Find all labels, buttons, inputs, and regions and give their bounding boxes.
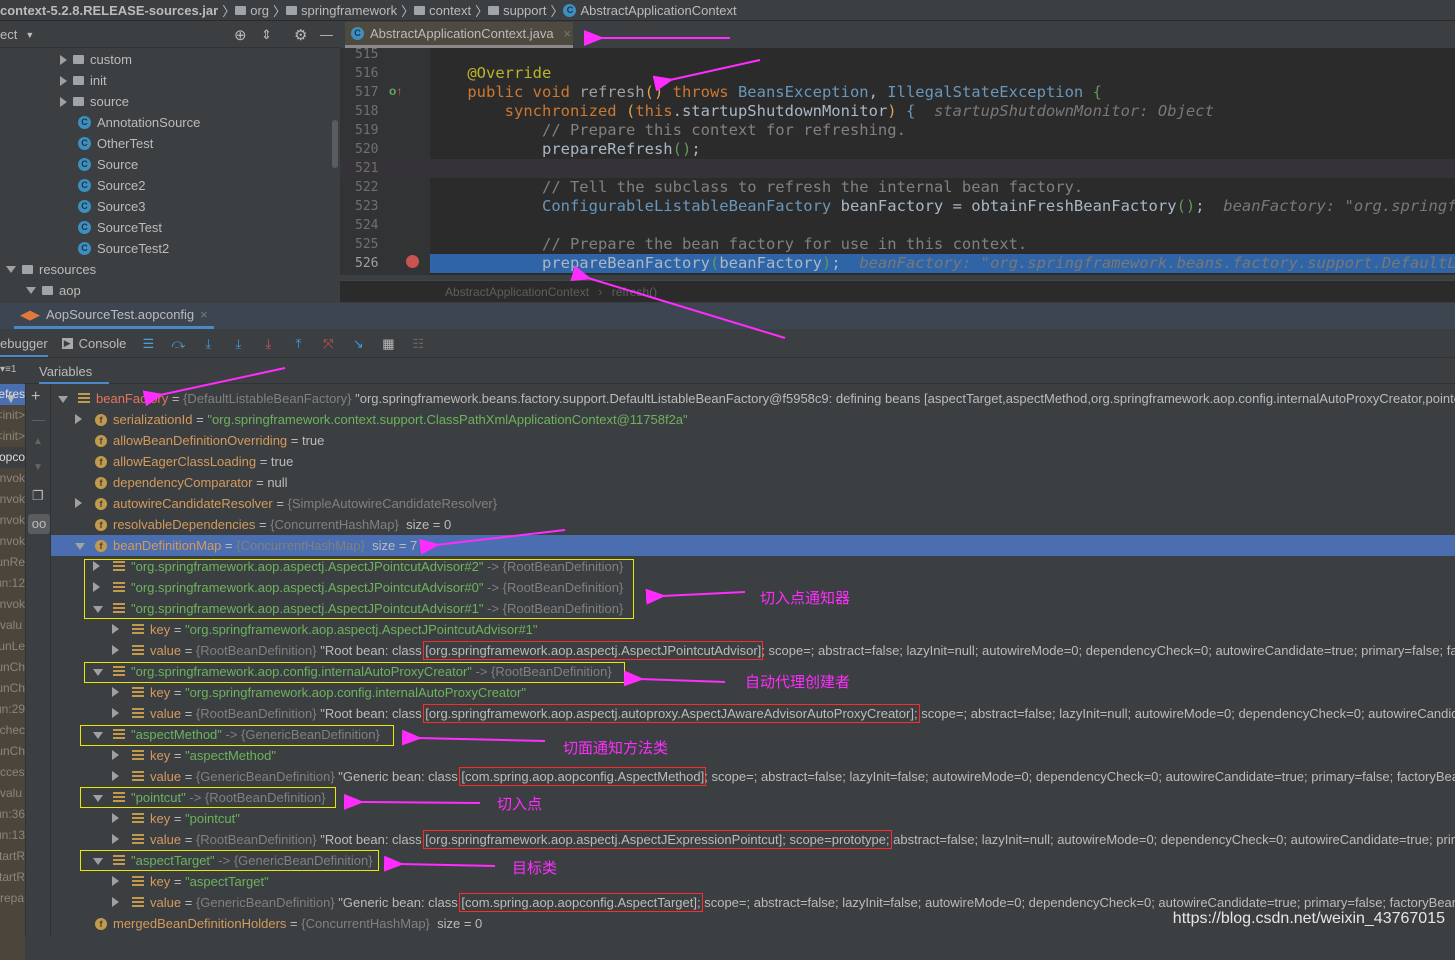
arrow-prepare-bean-factory <box>570 265 786 339</box>
arrow-aspect-method <box>401 729 546 746</box>
arrow-advisor <box>645 588 746 605</box>
arrow-bean-factory <box>142 367 286 407</box>
line-number: 522 <box>355 180 379 195</box>
watermark: https://blog.csdn.net/weixin_43767015 <box>1172 910 1445 927</box>
annotation-arrows <box>142 30 786 872</box>
arrow-refresh <box>652 59 761 92</box>
line-number: 518 <box>355 104 379 119</box>
line-number: 517 <box>355 85 379 100</box>
line-number: 520 <box>355 142 379 157</box>
line-number: 516 <box>355 66 379 81</box>
line-number: 524 <box>355 218 379 233</box>
line-number: 521 <box>340 159 430 178</box>
arrow-target <box>383 855 496 872</box>
line-number: 515 <box>355 47 379 62</box>
line-number: 526 <box>355 256 379 271</box>
line-number: 523 <box>355 199 379 214</box>
arrow-bean-definition-map <box>419 529 566 555</box>
line-number: 525 <box>355 237 379 252</box>
line-number: 519 <box>355 123 379 138</box>
arrow-autoproxy <box>623 670 726 687</box>
arrow-pointcut <box>343 793 481 810</box>
